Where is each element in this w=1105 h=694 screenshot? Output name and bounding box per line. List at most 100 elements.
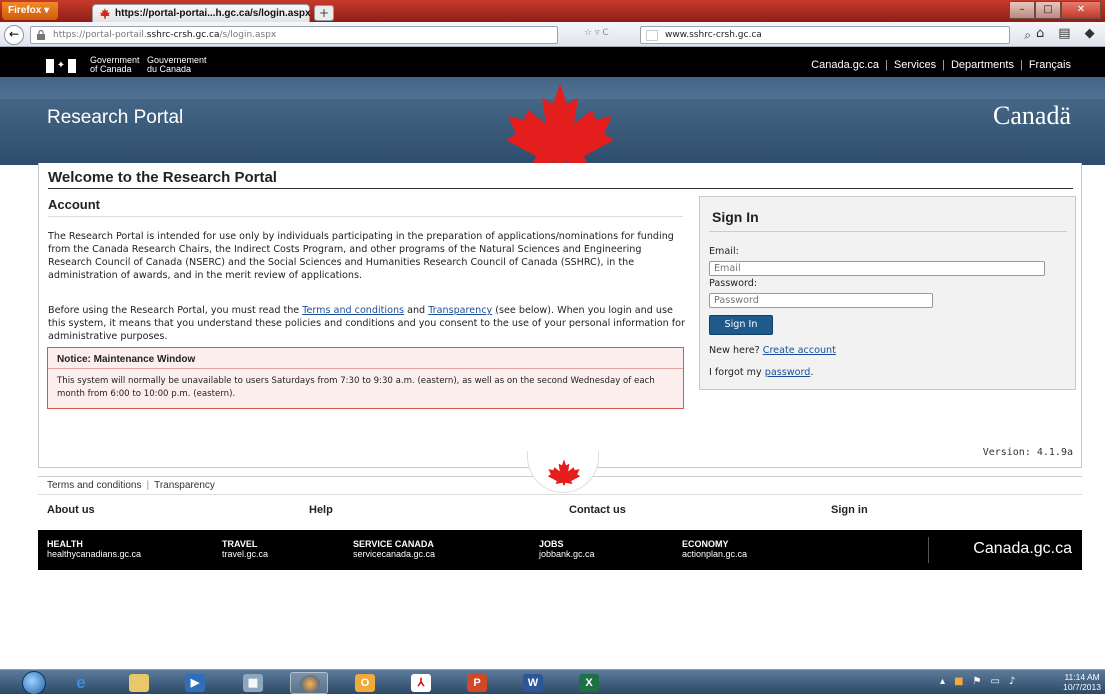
taskbar-clock[interactable]: 11:14 AM 10/7/2013 [1063, 672, 1101, 692]
theme-travel[interactable]: TRAVEL travel.gc.ca [222, 539, 268, 559]
forgot-password-text: I forgot my password. [709, 367, 814, 378]
search-icon[interactable]: ⌕ [1024, 28, 1031, 43]
padlock-icon [37, 30, 45, 40]
password-field[interactable] [709, 293, 933, 308]
tab-title: https://portal-portai...h.gc.ca/s/login.… [115, 8, 311, 19]
maple-leaf-favicon-icon [100, 8, 110, 19]
reload-icon[interactable]: C [602, 28, 608, 38]
government-nav: Canada.gc.ca | Services | Departments | Fra… [811, 59, 1071, 71]
divider [709, 231, 1067, 232]
gov-nav-services[interactable]: Services [894, 59, 936, 71]
powerpoint-icon[interactable]: P [458, 672, 496, 694]
bookmarks-icon[interactable]: ▤ [1058, 26, 1070, 41]
internet-explorer-icon[interactable]: e [62, 672, 100, 694]
volume-icon[interactable]: ♪ [1009, 676, 1015, 687]
footer-transparency-link[interactable]: Transparency [154, 480, 215, 491]
address-bar[interactable]: https://portal-portail.sshrc-crsh.gc.ca/… [30, 26, 558, 44]
url-host: sshrc-crsh.gc.ca [146, 30, 220, 40]
password-label: Password: [709, 278, 758, 289]
gov-nav-canada[interactable]: Canada.gc.ca [811, 59, 879, 71]
create-account-link[interactable]: Create account [763, 345, 836, 356]
divider [48, 188, 1073, 189]
version-label: Version: 4.1.9a [982, 447, 1073, 458]
network-icon[interactable]: ▭ [990, 676, 999, 687]
firefox-menu-button[interactable]: Firefox ▾ [2, 2, 58, 20]
outlook-icon[interactable]: O [346, 672, 384, 694]
start-button-icon[interactable] [22, 671, 46, 694]
notice-body: This system will normally be unavailable… [57, 376, 655, 399]
url-controls: ☆ ▿ C [584, 28, 634, 38]
theme-health[interactable]: HEALTH healthycanadians.gc.ca [47, 539, 141, 559]
canada-flag-icon: ✦ [46, 59, 76, 73]
outlook-tray-icon[interactable]: ■ [954, 676, 963, 687]
footer-themes: HEALTH healthycanadians.gc.ca TRAVEL trave… [38, 530, 1082, 570]
back-arrow-icon[interactable]: ← [4, 25, 24, 45]
theme-service-canada[interactable]: SERVICE CANADA servicecanada.gc.ca [353, 539, 435, 559]
intro-paragraph: The Research Portal is intended for use … [48, 231, 674, 281]
addon-icon[interactable]: ◆ [1085, 26, 1095, 41]
system-tray: ▴ ■ ⚑ ▭ ♪ [940, 676, 1015, 687]
footer-canada-link[interactable]: Canada.gc.ca [973, 540, 1072, 558]
footer-sign-in[interactable]: Sign in [831, 504, 868, 516]
notice-heading: Notice: Maintenance Window [57, 354, 196, 365]
windows-taskbar: e ▶ ▦ O ⅄ P W X ▴ ■ ⚑ ▭ ♪ 11:14 AM 10/7/… [0, 669, 1105, 694]
footer-about-us[interactable]: About us [47, 504, 95, 516]
gouvernement-du-canada-signature: Gouvernement du Canada [147, 55, 207, 74]
email-label: Email: [709, 246, 739, 257]
file-explorer-icon[interactable] [120, 672, 158, 694]
dropdown-arrow-icon[interactable]: ▿ [595, 28, 600, 38]
toolbar-icons: ⌂ ▤ ◆ [1036, 26, 1095, 41]
sign-in-button[interactable]: Sign In [709, 315, 773, 335]
firefox-icon[interactable] [290, 672, 328, 694]
word-icon[interactable]: W [514, 672, 552, 694]
footer-contact-us[interactable]: Contact us [569, 504, 626, 516]
theme-jobs[interactable]: JOBS jobbank.gc.ca [539, 539, 595, 559]
calculator-icon[interactable]: ▦ [234, 672, 272, 694]
action-center-flag-icon[interactable]: ⚑ [972, 676, 981, 687]
terms-paragraph: Before using the Research Portal, you mu… [48, 305, 685, 342]
maintenance-notice: Notice: Maintenance Window This system w… [47, 347, 684, 409]
government-of-canada-signature: Government of Canada [90, 55, 140, 74]
divider [48, 216, 683, 217]
close-icon[interactable]: ✕ [1061, 1, 1101, 19]
footer-nav: About us Help Contact us Sign in [38, 494, 1082, 522]
canada-wordmark: Canadä [993, 101, 1071, 130]
maximize-icon[interactable]: □ [1035, 1, 1061, 19]
url-prefix: https://portal-portail. [53, 30, 147, 40]
minimize-icon[interactable]: – [1009, 1, 1035, 19]
footer-help[interactable]: Help [309, 504, 333, 516]
site-title[interactable]: Research Portal [47, 107, 183, 129]
show-hidden-icons-icon[interactable]: ▴ [940, 676, 945, 687]
email-field[interactable] [709, 261, 1045, 276]
star-icon[interactable]: ☆ [584, 28, 592, 38]
browser-navbar: ← https://portal-portail.sshrc-crsh.gc.c… [0, 22, 1105, 47]
government-bar: ✦ Government of Canada Gouvernement du C… [0, 47, 1105, 77]
gov-nav-francais[interactable]: Français [1029, 59, 1071, 71]
media-player-icon[interactable]: ▶ [176, 672, 214, 694]
excel-icon[interactable]: X [570, 672, 608, 694]
search-bar[interactable]: www.sshrc-crsh.gc.ca ⌕ [640, 26, 1031, 44]
home-icon[interactable]: ⌂ [1036, 26, 1044, 41]
account-heading: Account [48, 197, 100, 212]
password-link[interactable]: password [765, 367, 811, 378]
theme-economy[interactable]: ECONOMY actionplan.gc.ca [682, 539, 747, 559]
maple-leaf-icon [506, 84, 614, 165]
google-search-engine-icon[interactable] [646, 30, 658, 41]
main-content: Welcome to the Research Portal Account T… [38, 163, 1082, 468]
search-text: www.sshrc-crsh.gc.ca [665, 30, 762, 40]
footer-terms-link[interactable]: Terms and conditions [47, 480, 142, 491]
site-banner: Research Portal Canadä [0, 77, 1105, 165]
url-path: /s/login.aspx [219, 30, 277, 40]
browser-titlebar: Firefox ▾ https://portal-portai...h.gc.c… [0, 0, 1105, 22]
acrobat-icon[interactable]: ⅄ [402, 672, 440, 694]
maple-leaf-icon [547, 459, 581, 486]
new-here-text: New here? Create account [709, 345, 836, 356]
browser-tab[interactable]: https://portal-portai...h.gc.ca/s/login.… [92, 4, 311, 22]
terms-link[interactable]: Terms and conditions [302, 305, 404, 316]
sign-in-panel: Sign In Email: Password: Sign In New her… [699, 196, 1076, 390]
new-tab-button[interactable]: + [314, 5, 334, 21]
window-controls: – □ ✕ [1009, 1, 1101, 19]
transparency-link[interactable]: Transparency [428, 305, 492, 316]
gov-nav-departments[interactable]: Departments [951, 59, 1014, 71]
sign-in-heading: Sign In [712, 209, 759, 225]
